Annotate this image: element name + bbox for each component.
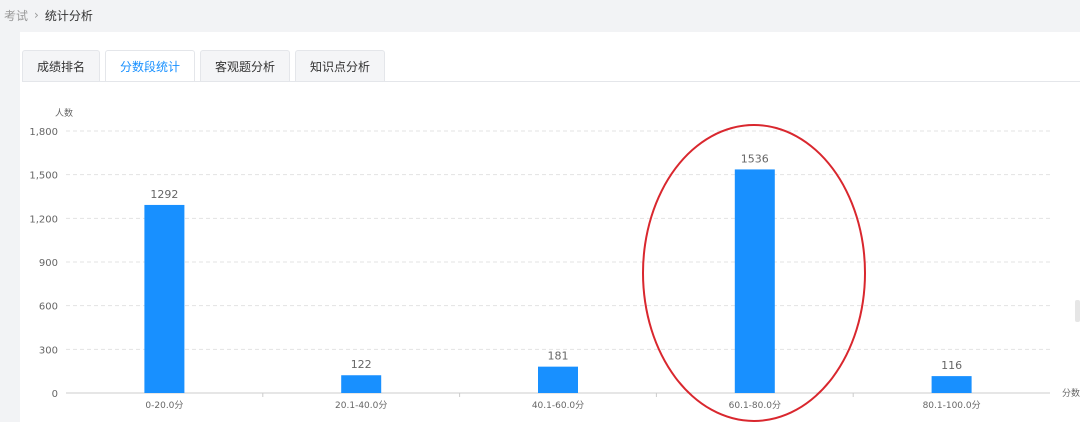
y-tick-label: 300 [39,345,58,356]
y-tick-label: 1,800 [29,127,58,138]
x-tick-label: 60.1-80.0分 [729,400,781,411]
x-tick-label: 0-20.0分 [145,400,183,411]
y-tick-label: 1,200 [29,214,58,225]
bar-data-label: 1292 [150,188,178,201]
bar [538,366,578,393]
y-tick-label: 1,500 [29,171,58,182]
bar-data-label: 116 [941,359,962,372]
y-tick-label: 600 [39,302,58,313]
score-range-bar-chart: 0 300 600 900 1,200 1,500 1,800 人数分数 1292 0-20.0分… [29,107,1080,411]
bar [734,169,775,393]
y-axis-title: 人数 [55,107,73,119]
bar-data-label: 122 [351,358,372,371]
y-tick-label: 0 [52,389,58,400]
bar [341,375,382,393]
x-tick-label: 40.1-60.0分 [532,400,584,411]
x-axis-title: 分数 [1062,387,1080,399]
bar [931,376,972,393]
bar-data-label: 1536 [741,152,769,165]
scrollbar-handle[interactable] [1075,300,1080,322]
x-tick-label: 80.1-100.0分 [923,400,981,411]
bar [144,204,185,393]
y-tick-label: 900 [39,258,58,269]
bar-data-label: 181 [548,350,569,363]
x-tick-label: 20.1-40.0分 [335,400,387,411]
